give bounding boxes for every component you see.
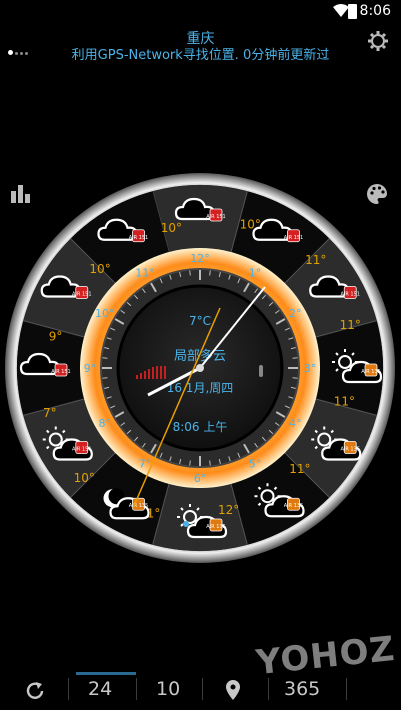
refresh-icon[interactable]	[24, 680, 46, 702]
forecast-temp: 10°	[161, 221, 182, 235]
daily-tab[interactable]: 10	[156, 678, 180, 700]
aqi-badge: AIR 151	[51, 369, 71, 375]
current-date: 16 1月,周四	[167, 381, 234, 395]
bottom-bar: 24 10 365	[0, 670, 401, 710]
current-condition: 局部多云	[174, 348, 226, 364]
hour-number: 7°	[139, 457, 152, 470]
hourly-tab[interactable]: 24	[88, 678, 112, 700]
hour-number: 2°	[289, 307, 302, 320]
forecast-temp: 11°	[305, 253, 326, 267]
aqi-badge: AIR 151	[129, 235, 149, 241]
yearly-tab[interactable]: 365	[284, 678, 320, 700]
hour-number: 9°	[84, 362, 97, 375]
hour-number: 6°	[194, 472, 207, 485]
aqi-badge: AIR 135	[361, 369, 381, 375]
aqi-badge: AIR 151	[206, 214, 226, 220]
hour-number: 10°	[95, 307, 115, 320]
hour-number: 4°	[289, 417, 302, 430]
current-temperature: 7°C	[189, 314, 211, 328]
weather-clock[interactable]: AIR 151 10° AIR 151 11° AIR 151 11° AIR 135 11°…	[0, 0, 401, 710]
aqi-badge: AIR 135	[206, 524, 226, 530]
aqi-badge: AIR 135	[129, 503, 149, 509]
hour-number: 8°	[98, 417, 111, 430]
sunrise-dot	[183, 521, 189, 527]
hour-number: 3°	[304, 362, 317, 375]
forecast-temp: 10°	[89, 262, 110, 276]
forecast-temp: 12°	[218, 503, 239, 517]
hour-number: 12°	[190, 252, 210, 265]
location-icon[interactable]	[226, 680, 240, 700]
aqi-badge: AIR 135	[284, 503, 304, 509]
aqi-badge: AIR 151	[72, 292, 92, 298]
active-tab-indicator	[76, 672, 136, 675]
forecast-temp: 10°	[74, 471, 95, 485]
hour-number: 1°	[249, 267, 262, 280]
aqi-badge: AIR 151	[284, 235, 304, 241]
forecast-temp: 11°	[334, 394, 355, 408]
forecast-temp: 11°	[289, 462, 310, 476]
forecast-temp: 7°	[43, 406, 57, 420]
forecast-temp: 11°	[340, 318, 361, 332]
hour-number: 11°	[135, 267, 155, 280]
aqi-badge: AIR 135	[340, 447, 360, 453]
forecast-temp: 9°	[49, 330, 63, 344]
aqi-badge: AIR 151	[72, 447, 92, 453]
hour-number: 5°	[249, 457, 262, 470]
aqi-badge: AIR 151	[340, 292, 360, 298]
current-time: 8:06 上午	[173, 420, 228, 434]
thermometer-icon	[259, 365, 263, 377]
